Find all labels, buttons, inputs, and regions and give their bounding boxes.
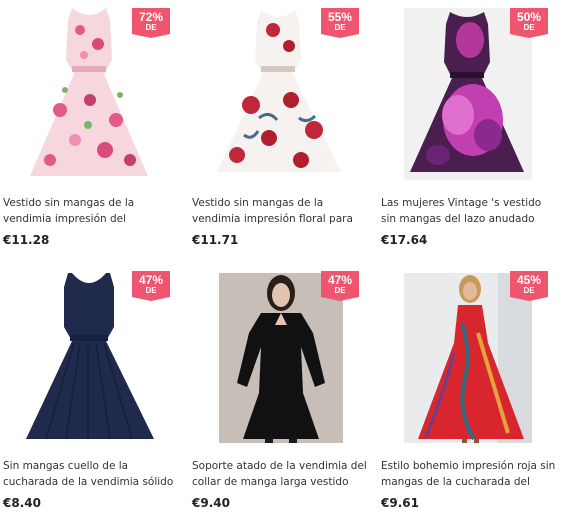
product-price: €9.40 [192,496,230,510]
discount-badge: 50% DE [510,8,548,38]
discount-suffix: DE [145,23,157,32]
product-title[interactable]: Vestido sin mangas de la vendimia impres… [192,195,368,227]
discount-suffix: DE [334,286,346,295]
product-price: €11.28 [3,233,50,247]
product-title[interactable]: Soporte atado de la vendimia del collar … [192,458,368,490]
discount-suffix: DE [334,23,346,32]
product-price: €9.61 [381,496,419,510]
discount-badge: 47% DE [132,271,170,301]
product-price: €8.40 [3,496,41,510]
discount-suffix: DE [145,286,157,295]
discount-percent: 47% [138,273,164,287]
discount-suffix: DE [523,286,535,295]
product-title[interactable]: Estilo bohemio impresión roja sin mangas… [381,458,557,490]
product-price: €17.64 [381,233,428,247]
discount-percent: 47% [327,273,353,287]
discount-percent: 55% [327,10,353,24]
product-grid: 72% DE Vestido sin mangas de la vendimia… [0,0,570,513]
product-title[interactable]: Sin mangas cuello de la cucharada de la … [3,458,179,490]
discount-badge: 45% DE [510,271,548,301]
product-card[interactable]: 55% DE Vestido sin mangas de la vendimia… [189,0,367,250]
product-card[interactable]: 47% DE Soporte atado de la vendimia del … [189,263,367,513]
product-card[interactable]: 45% DE Estilo bohemio impresión roja sin… [378,263,556,513]
discount-suffix: DE [523,23,535,32]
product-card[interactable]: 50% DE Las mujeres Vintage 's vestido si… [378,0,556,250]
discount-percent: 45% [516,273,542,287]
discount-percent: 72% [138,10,164,24]
product-card[interactable]: 72% DE Vestido sin mangas de la vendimia… [0,0,178,250]
discount-badge: 72% DE [132,8,170,38]
discount-percent: 50% [516,10,542,24]
product-title[interactable]: Vestido sin mangas de la vendimia impres… [3,195,179,227]
discount-badge: 47% DE [321,271,359,301]
product-card[interactable]: 47% DE Sin mangas cuello de la cucharada… [0,263,178,513]
discount-badge: 55% DE [321,8,359,38]
product-price: €11.71 [192,233,239,247]
product-title[interactable]: Las mujeres Vintage 's vestido sin manga… [381,195,557,227]
